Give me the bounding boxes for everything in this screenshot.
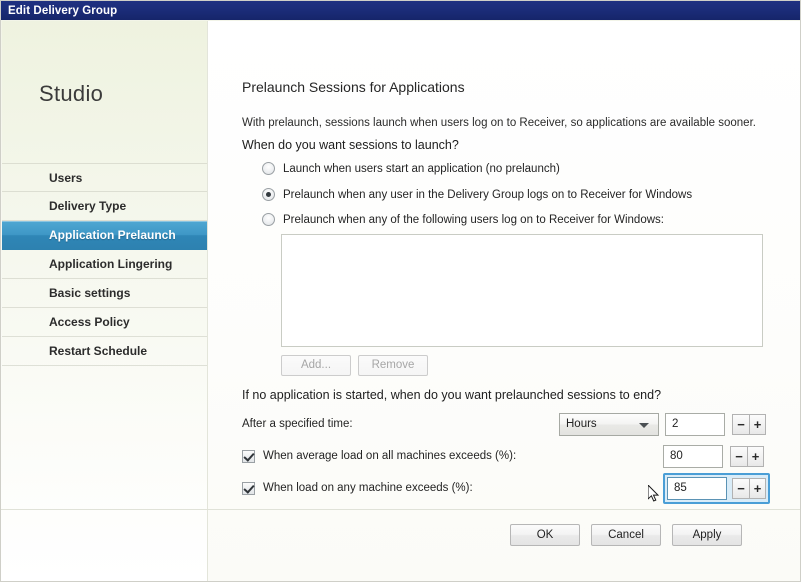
remove-user-button[interactable]: Remove (358, 355, 428, 376)
cancel-button[interactable]: Cancel (591, 524, 661, 546)
specified-time-controls: Hours 2 − + (559, 412, 766, 436)
apply-button[interactable]: Apply (672, 524, 742, 546)
intro-text: With prelaunch, sessions launch when use… (242, 117, 756, 129)
footer-separator (1, 509, 800, 510)
content-pane: Prelaunch Sessions for Applications With… (207, 21, 800, 581)
sidebar-item-label: Users (49, 171, 83, 185)
window-title: Edit Delivery Group (8, 4, 118, 17)
footer-button-bar: OK Cancel Apply (510, 524, 742, 546)
window-titlebar: Edit Delivery Group (1, 1, 800, 20)
sidebar-item-basic-settings[interactable]: Basic settings (2, 279, 207, 308)
page-title: Prelaunch Sessions for Applications (242, 79, 465, 95)
decrement-button[interactable]: − (732, 477, 749, 499)
sidebar-item-label: Application Prelaunch (49, 228, 176, 242)
setting-row-any-machine-load[interactable]: When load on any machine exceeds (%): (242, 476, 473, 500)
sidebar-item-delivery-type[interactable]: Delivery Type (2, 192, 207, 221)
radio-option-no-prelaunch[interactable]: Launch when users start an application (… (262, 162, 560, 175)
setting-label: When load on any machine exceeds (%): (263, 482, 473, 494)
average-load-input[interactable]: 80 (663, 444, 723, 468)
radio-icon (262, 162, 275, 175)
radio-option-specific-users[interactable]: Prelaunch when any of the following user… (262, 213, 664, 226)
sidebar-item-label: Restart Schedule (49, 344, 148, 358)
radio-label: Prelaunch when any user in the Delivery … (283, 188, 693, 201)
any-machine-load-focus-ring: 85 − + (663, 472, 770, 504)
any-machine-load-stepper: − + (732, 477, 766, 499)
specified-time-stepper: − + (732, 413, 766, 435)
decrement-button[interactable]: − (732, 413, 749, 435)
sidebar-item-label: Access Policy (49, 315, 130, 329)
sidebar: Studio Users Delivery Type Application P… (2, 21, 221, 581)
increment-button[interactable]: + (749, 477, 766, 499)
ok-button[interactable]: OK (510, 524, 580, 546)
launch-question-label: When do you want sessions to launch? (242, 138, 459, 152)
sidebar-item-application-lingering[interactable]: Application Lingering (2, 250, 207, 279)
any-machine-load-input[interactable]: 85 (667, 476, 727, 500)
time-unit-value: Hours (566, 418, 597, 430)
decrement-button[interactable]: − (730, 445, 747, 467)
sidebar-item-label: Delivery Type (49, 199, 127, 213)
checkbox-icon-average-load[interactable] (242, 449, 255, 463)
end-question-label: If no application is started, when do yo… (242, 388, 662, 402)
increment-button[interactable]: + (747, 445, 764, 467)
sidebar-item-users[interactable]: Users (2, 163, 207, 192)
listbox-button-bar: Add... Remove (281, 355, 428, 376)
setting-label: After a specified time: (242, 418, 353, 430)
radio-label: Prelaunch when any of the following user… (283, 213, 664, 226)
sidebar-item-access-policy[interactable]: Access Policy (2, 308, 207, 337)
add-user-button[interactable]: Add... (281, 355, 351, 376)
checkbox-icon-any-machine-load[interactable] (242, 481, 255, 495)
radio-option-any-user[interactable]: Prelaunch when any user in the Delivery … (262, 188, 692, 201)
radio-icon (262, 213, 275, 226)
edit-delivery-group-window: Edit Delivery Group Studio Users Deliver… (0, 0, 801, 582)
radio-icon-selected (262, 188, 275, 201)
sidebar-item-label: Application Lingering (49, 257, 173, 271)
chevron-down-icon (639, 422, 649, 428)
prelaunch-users-listbox[interactable] (281, 234, 763, 347)
setting-row-average-load[interactable]: When average load on all machines exceed… (242, 444, 516, 468)
increment-button[interactable]: + (749, 413, 766, 435)
setting-label: When average load on all machines exceed… (263, 450, 517, 462)
setting-row-specified-time: After a specified time: (242, 412, 353, 436)
average-load-stepper: − + (730, 445, 764, 467)
specified-time-input[interactable]: 2 (665, 412, 725, 436)
sidebar-item-restart-schedule[interactable]: Restart Schedule (2, 337, 207, 366)
any-machine-load-controls: 85 − + (663, 472, 770, 504)
sidebar-item-application-prelaunch[interactable]: Application Prelaunch (2, 221, 221, 250)
studio-logo: Studio (39, 81, 104, 106)
sidebar-item-label: Basic settings (49, 286, 131, 300)
time-unit-select[interactable]: Hours (559, 412, 659, 436)
radio-label: Launch when users start an application (… (283, 162, 560, 175)
sidebar-nav-list: Users Delivery Type Application Prelaunc… (2, 163, 221, 366)
average-load-controls: 80 − + (663, 444, 764, 468)
